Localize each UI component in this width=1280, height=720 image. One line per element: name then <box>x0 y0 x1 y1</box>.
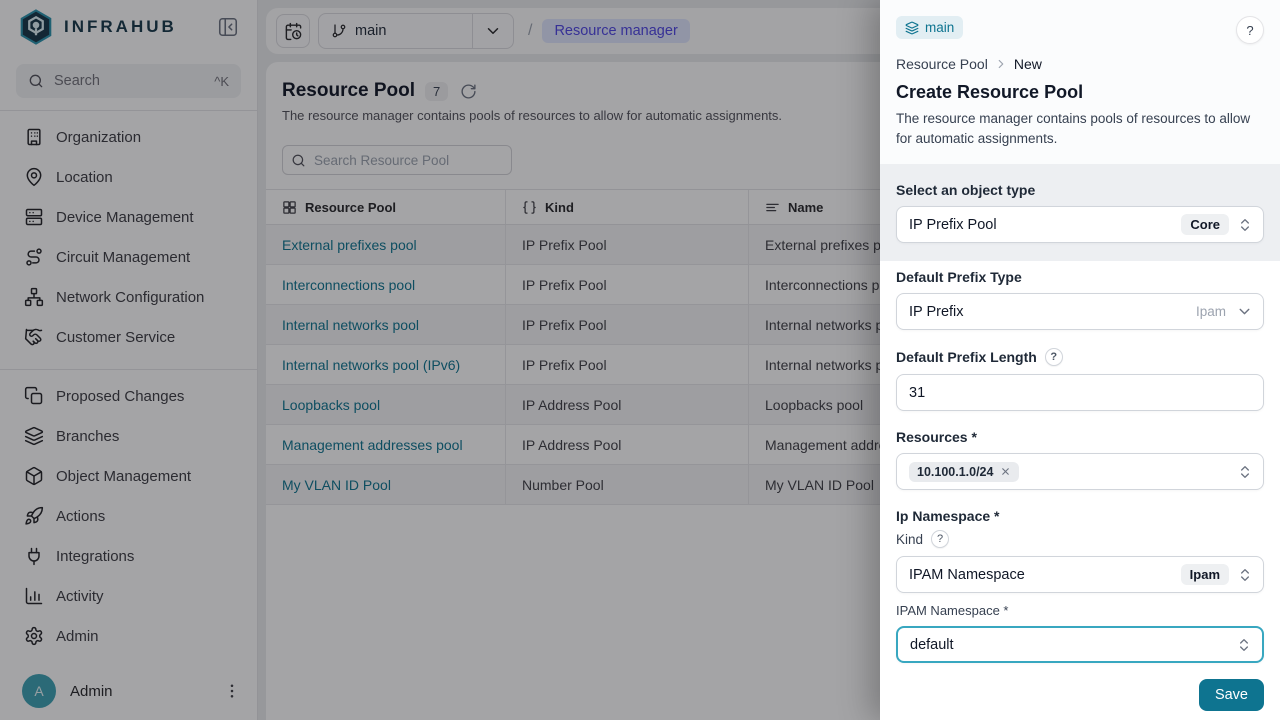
prefix-length-field: Default Prefix Length ? <box>896 348 1264 411</box>
prefix-type-select[interactable]: IP Prefix Ipam <box>896 293 1264 330</box>
ip-namespace-group: Ip Namespace * Kind ? IPAM Namespace Ipa… <box>896 508 1264 663</box>
chevrons-up-down-icon <box>1237 567 1253 583</box>
core-badge: Core <box>1181 214 1229 235</box>
drawer-description: The resource manager contains pools of r… <box>896 109 1264 150</box>
kind-label: Kind ? <box>896 530 1264 548</box>
breadcrumb-parent[interactable]: Resource Pool <box>896 56 988 72</box>
help-button[interactable]: ? <box>1236 16 1264 44</box>
help-icon[interactable]: ? <box>1045 348 1063 366</box>
prefix-length-input[interactable] <box>896 374 1264 411</box>
ipam-namespace-label: IPAM Namespace * <box>896 603 1264 618</box>
help-icon[interactable]: ? <box>931 530 949 548</box>
prefix-length-label: Default Prefix Length ? <box>896 348 1264 366</box>
object-type-section: Select an object type IP Prefix Pool Cor… <box>880 164 1280 261</box>
chevrons-up-down-icon <box>1236 637 1252 653</box>
drawer-title: Create Resource Pool <box>896 82 1264 103</box>
ip-namespace-group-label: Ip Namespace * <box>896 508 1264 524</box>
kind-select[interactable]: IPAM Namespace Ipam <box>896 556 1264 593</box>
ipam-namespace-select[interactable]: default <box>896 626 1264 663</box>
chevrons-up-down-icon <box>1237 217 1253 233</box>
drawer-breadcrumb: Resource Pool New <box>896 56 1264 72</box>
remove-tag-icon[interactable] <box>1000 466 1011 477</box>
object-type-label: Select an object type <box>896 182 1264 198</box>
resources-label: Resources * <box>896 429 1264 445</box>
chevron-down-icon <box>1236 303 1253 320</box>
prefix-type-field: Default Prefix Type IP Prefix Ipam <box>896 269 1264 330</box>
resource-tag: 10.100.1.0/24 <box>909 462 1019 482</box>
prefix-type-label: Default Prefix Type <box>896 269 1264 285</box>
resources-field: Resources * 10.100.1.0/24 <box>896 429 1264 490</box>
chevrons-up-down-icon <box>1237 464 1253 480</box>
ipam-hint: Ipam <box>1196 304 1226 319</box>
object-type-select[interactable]: IP Prefix Pool Core <box>896 206 1264 243</box>
create-resource-pool-drawer: main ? Resource Pool New Create Resource… <box>880 0 1280 720</box>
ipam-badge: Ipam <box>1181 564 1229 585</box>
save-button[interactable]: Save <box>1199 679 1264 711</box>
layers-icon <box>905 21 919 35</box>
breadcrumb-current: New <box>1014 56 1042 72</box>
branch-badge: main <box>896 16 963 39</box>
resources-multiselect[interactable]: 10.100.1.0/24 <box>896 453 1264 490</box>
chevron-right-icon <box>994 57 1008 71</box>
